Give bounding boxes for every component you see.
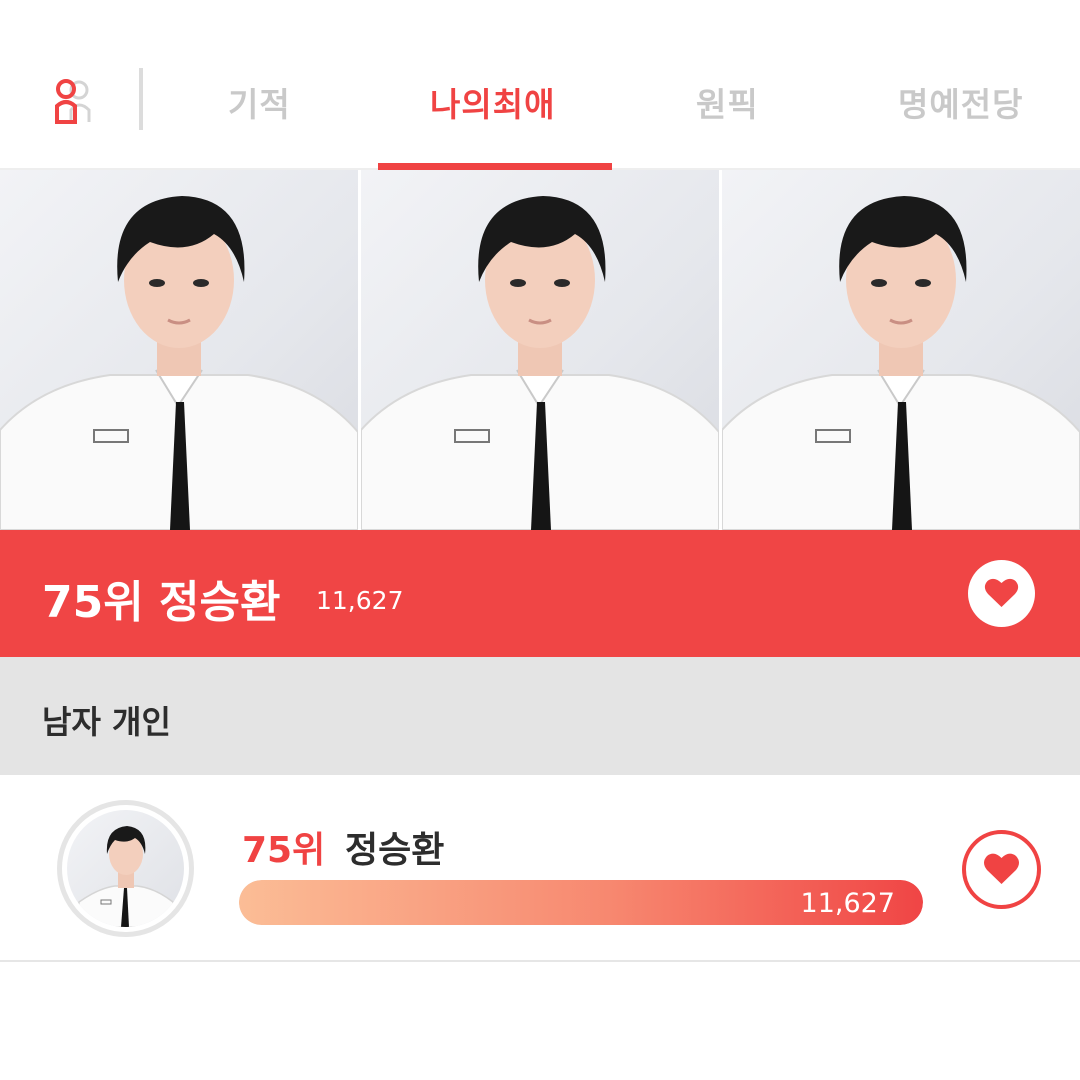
tab-one-pick[interactable]: 원픽 bbox=[696, 78, 759, 126]
ranking-list-item[interactable]: 75위 정승환 11,627 bbox=[0, 775, 1080, 962]
rank-banner: 75위 정승환 11,627 bbox=[0, 530, 1080, 657]
heart-icon bbox=[984, 578, 1019, 607]
list-item-vote-button[interactable] bbox=[962, 830, 1041, 909]
tab-hall-of-fame[interactable]: 명예전당 bbox=[898, 78, 1023, 126]
tab-my-favorite[interactable]: 나의최애 bbox=[430, 78, 555, 126]
banner-rank-name: 75위 정승환 bbox=[42, 577, 281, 628]
category-header: 남자 개인 bbox=[0, 657, 1080, 775]
photo-banner bbox=[0, 170, 1080, 530]
list-item-vote-count: 11,627 bbox=[800, 888, 895, 919]
category-title: 남자 개인 bbox=[42, 703, 171, 741]
idol-photo bbox=[0, 170, 358, 530]
active-tab-indicator bbox=[378, 163, 612, 170]
idol-photo bbox=[361, 170, 719, 530]
tab-miracle[interactable]: 기적 bbox=[228, 78, 291, 126]
banner-vote-button[interactable] bbox=[968, 560, 1035, 627]
top-tab-bar: 기적 나의최애 원픽 명예전당 bbox=[0, 0, 1080, 170]
heart-icon bbox=[984, 853, 1019, 884]
user-profile-icon bbox=[55, 79, 91, 124]
vote-progress-bar: 11,627 bbox=[239, 880, 923, 925]
tab-divider bbox=[139, 68, 143, 130]
profile-button[interactable] bbox=[46, 76, 100, 126]
idol-photo bbox=[722, 170, 1080, 530]
avatar bbox=[57, 800, 194, 937]
banner-vote-count: 11,627 bbox=[316, 586, 404, 615]
list-item-name: 정승환 bbox=[345, 830, 445, 871]
list-item-rank: 75위 bbox=[242, 830, 326, 871]
